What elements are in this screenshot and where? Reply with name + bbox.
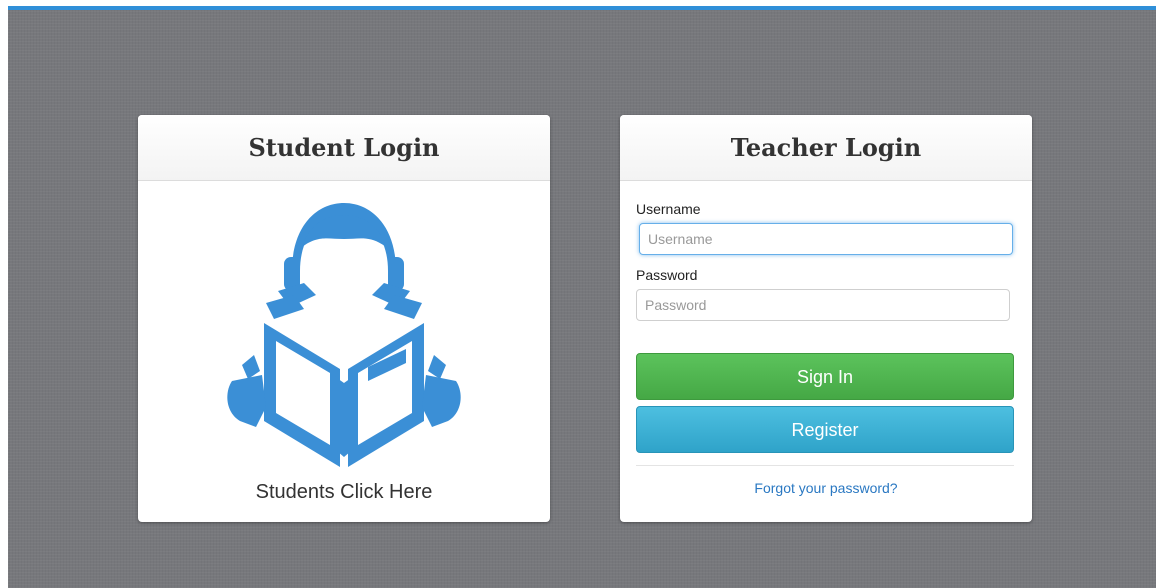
register-button[interactable]: Register: [636, 406, 1014, 453]
student-panel-header: Student Login: [138, 115, 550, 181]
student-reading-book-icon: [227, 203, 461, 467]
student-login-link[interactable]: Students Click Here: [138, 181, 550, 521]
password-input[interactable]: [636, 289, 1010, 321]
student-login-title: Student Login: [248, 133, 440, 162]
students-click-here-label[interactable]: Students Click Here: [138, 481, 550, 504]
sign-in-button[interactable]: Sign In: [636, 353, 1014, 400]
username-input[interactable]: [639, 223, 1013, 255]
teacher-login-title: Teacher Login: [730, 133, 922, 162]
form-divider: [636, 465, 1014, 466]
top-accent-bar: [8, 6, 1156, 10]
forgot-password-link[interactable]: Forgot your password?: [636, 480, 1016, 496]
teacher-login-form: Username Password Sign In Register Forgo…: [620, 201, 1032, 496]
window-left-edge: [0, 0, 8, 588]
teacher-login-panel: Teacher Login Username Password Sign In …: [620, 115, 1032, 522]
username-label: Username: [636, 201, 701, 217]
student-login-panel: Student Login Students Click Here: [138, 115, 550, 522]
teacher-panel-header: Teacher Login: [620, 115, 1032, 181]
password-label: Password: [636, 267, 698, 283]
